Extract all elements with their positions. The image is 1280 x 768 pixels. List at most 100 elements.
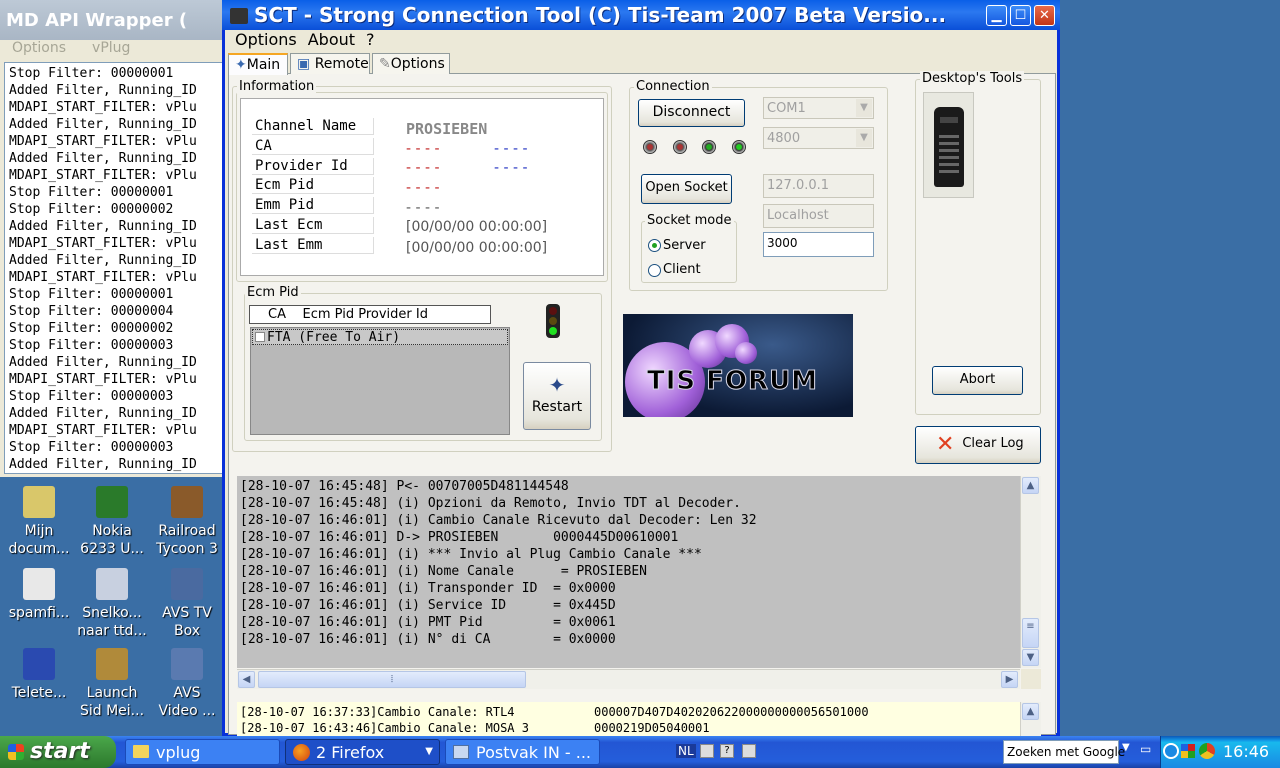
info-label: CA — [252, 137, 374, 155]
tray-arrow-icon[interactable] — [1163, 743, 1179, 759]
tray-app-icon[interactable] — [1181, 744, 1195, 758]
status-led-4 — [732, 140, 746, 154]
chevron-down-icon[interactable]: ▼ — [1122, 742, 1130, 753]
scroll-up-icon[interactable]: ▲ — [1022, 703, 1039, 720]
chevron-down-icon[interactable]: ▼ — [856, 129, 872, 147]
tab-options[interactable]: ✎Options — [372, 53, 450, 74]
md-api-menu-options[interactable]: Options — [12, 40, 66, 56]
desktop-icon-label: Tycoon 3 — [156, 541, 218, 557]
md-api-title: MD API Wrapper ( — [6, 10, 188, 31]
header-provider-id[interactable]: Provider Id — [358, 307, 428, 322]
server-label: Server — [663, 238, 706, 253]
maximize-button[interactable]: ☐ — [1010, 5, 1031, 26]
desktop-icon-label: Telete... — [11, 685, 67, 701]
header-ca[interactable]: CA — [268, 307, 286, 322]
desktop-icon[interactable]: AVS TV Box — [148, 568, 226, 640]
log-line: MDAPI_START_FILTER: vPlu — [9, 270, 197, 285]
abort-button[interactable]: Abort — [932, 366, 1023, 395]
log-line: Stop Filter: 00000001 — [9, 287, 174, 302]
tis-forum-banner[interactable]: TIS FORUM — [623, 314, 853, 417]
disconnect-button[interactable]: Disconnect — [638, 99, 745, 127]
md-api-titlebar[interactable]: MD API Wrapper ( — [0, 0, 222, 40]
hscroll-thumb[interactable]: ⦙ — [258, 671, 526, 688]
channel-log-vscroll[interactable]: ▲ — [1020, 702, 1041, 736]
log-line: [28-10-07 16:45:48] (i) Opzioni da Remot… — [240, 496, 741, 511]
server-radio[interactable] — [648, 239, 661, 252]
start-button[interactable]: start — [0, 736, 116, 768]
chevron-down-icon[interactable]: ▼ — [856, 99, 872, 117]
com-port-select[interactable]: COM1 ▼ — [763, 97, 874, 119]
desktop-icon[interactable]: Railroad Tycoon 3 — [148, 486, 226, 558]
ecm-item-checkbox[interactable] — [255, 332, 265, 342]
log-line: MDAPI_START_FILTER: vPlu — [9, 236, 197, 251]
taskbar-item-firefox[interactable]: 2 Firefox ▼ — [285, 739, 440, 765]
sct-app-icon[interactable] — [230, 8, 248, 24]
log-line: Added Filter, Running_ID — [9, 457, 197, 472]
header-ecm-pid[interactable]: Ecm Pid — [303, 307, 355, 322]
help-icon[interactable]: ? — [720, 744, 734, 758]
desktop-icon-label: Mijn — [24, 523, 54, 539]
log-line: Stop Filter: 00000003 — [9, 440, 174, 455]
desktop-icon-label: AVS TV — [162, 605, 212, 621]
taskbar-item-vplug[interactable]: vplug — [125, 739, 280, 765]
log-vscroll[interactable]: ▲ ≡ ▼ — [1020, 476, 1041, 668]
desktop-icon[interactable]: spamfi... — [0, 568, 78, 622]
menu-options[interactable]: Options — [235, 30, 297, 49]
firefox-icon — [293, 744, 310, 761]
tab-remote[interactable]: ▣ Remote — [290, 53, 370, 74]
menu-help[interactable]: ? — [366, 30, 375, 49]
toolbar-icon[interactable] — [742, 744, 756, 758]
desktop-icon[interactable]: Mijn docum... — [0, 486, 78, 558]
ecm-list-item[interactable]: FTA (Free To Air) — [252, 329, 508, 345]
scroll-thumb[interactable]: ≡ — [1022, 618, 1039, 648]
clock[interactable]: 16:46 — [1223, 742, 1269, 761]
clear-log-button[interactable]: ✕ Clear Log — [915, 426, 1041, 464]
clear-x-icon: ✕ — [936, 432, 955, 457]
channel-log-view[interactable]: [28-10-07 16:37:33]Cambio Canale: RTL4 0… — [237, 702, 1020, 736]
document-icon — [23, 486, 55, 518]
ecm-list-header: CA Ecm Pid Provider Id — [249, 305, 491, 324]
teletext-icon — [23, 648, 55, 680]
tab-main[interactable]: ✦Main — [228, 53, 288, 75]
desktop-icon[interactable]: Telete... — [0, 648, 78, 702]
log-hscroll[interactable]: ◀ ⦙ ▶ — [237, 669, 1020, 689]
taskbar-item-outlook[interactable]: Postvak IN - ... — [445, 739, 600, 765]
sct-titlebar[interactable]: SCT - Strong Connection Tool (C) Tis-Tea… — [222, 0, 1060, 30]
remote-control-button[interactable] — [923, 92, 974, 198]
restore-icon[interactable]: ▭ — [1140, 742, 1151, 756]
info-label: Ecm Pid — [252, 177, 374, 195]
log-view[interactable]: [28-10-07 16:45:48] P<- 00707005D4811445… — [237, 476, 1020, 668]
desktop-icon-label: Sid Mei... — [79, 703, 145, 719]
desktop-icon[interactable]: Snelko... naar ttd... — [73, 568, 151, 640]
menu-about[interactable]: About — [308, 30, 355, 49]
keyboard-icon[interactable] — [700, 744, 714, 758]
minimize-button[interactable]: ▁ — [986, 5, 1007, 26]
baud-rate-select[interactable]: 4800 ▼ — [763, 127, 874, 149]
restart-button[interactable]: ✦ Restart — [523, 362, 591, 430]
client-radio[interactable] — [648, 264, 661, 277]
desktop-icon[interactable]: AVS Video ... — [148, 648, 226, 720]
log-line: [28-10-07 16:45:48] P<- 00707005D4811445… — [240, 479, 569, 494]
tray-chrome-icon[interactable] — [1199, 743, 1215, 759]
desktop-icon-label: naar ttd... — [77, 623, 147, 639]
log-line: [28-10-07 16:46:01] (i) Transponder ID =… — [240, 581, 616, 596]
scroll-down-icon[interactable]: ▼ — [1022, 649, 1039, 666]
md-api-menu-vplug[interactable]: vPlug — [92, 40, 130, 56]
google-search-field[interactable]: Zoeken met Google — [1003, 740, 1125, 764]
scroll-up-icon[interactable]: ▲ — [1022, 477, 1039, 494]
scroll-left-icon[interactable]: ◀ — [238, 671, 255, 688]
md-api-log[interactable]: Stop Filter: 00000001 Added Filter, Runni… — [4, 62, 222, 474]
hostname-field[interactable]: Localhost — [763, 204, 874, 228]
open-socket-button[interactable]: Open Socket — [641, 174, 732, 204]
ip-address-field[interactable]: 127.0.0.1 — [763, 174, 874, 198]
desktop-icon[interactable]: Launch Sid Mei... — [73, 648, 151, 720]
desktop-icon-label: spamfi... — [8, 605, 70, 621]
info-label: Last Emm — [252, 236, 374, 254]
game-icon — [171, 486, 203, 518]
disc-icon — [23, 568, 55, 600]
socket-port-field[interactable]: 3000 — [763, 232, 874, 257]
desktop-icon[interactable]: Nokia 6233 U... — [73, 486, 151, 558]
scroll-right-icon[interactable]: ▶ — [1001, 671, 1018, 688]
language-indicator[interactable]: NL — [676, 744, 696, 758]
close-button[interactable]: ✕ — [1034, 5, 1055, 26]
